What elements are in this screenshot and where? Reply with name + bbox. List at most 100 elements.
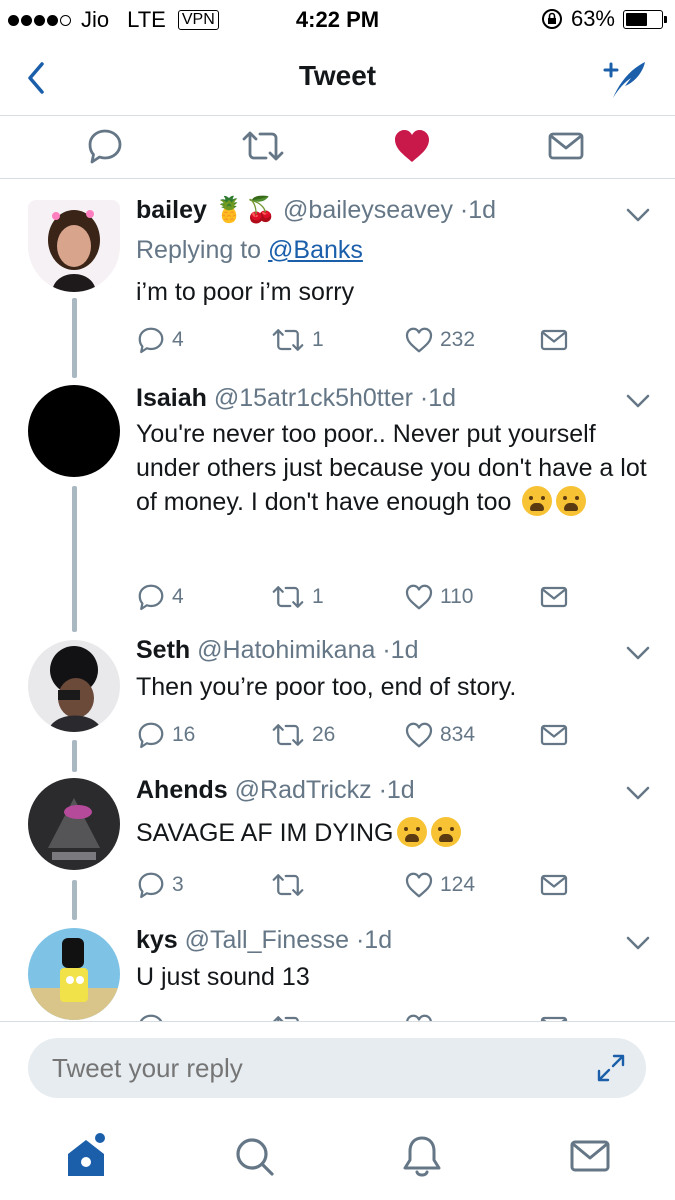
retweet-count-button[interactable] (270, 870, 312, 900)
reply-count-button[interactable]: 16 (136, 720, 195, 750)
name-emoji: 🍍🍒 (213, 196, 277, 224)
direct-message-button[interactable] (538, 870, 570, 900)
like-count-button[interactable]: 110 (404, 582, 473, 612)
reply-icon[interactable] (85, 126, 125, 166)
retweet-icon (272, 874, 304, 896)
reply-item[interactable]: bailey 🍍🍒 @baileyseavey ·1d Replying to … (0, 180, 675, 370)
reply-count: 3 (172, 873, 184, 896)
like-count: 110 (440, 585, 474, 608)
chevron-down-icon[interactable] (625, 392, 651, 410)
retweet-count-button[interactable]: 26 (270, 720, 335, 750)
avatar[interactable] (28, 200, 120, 292)
retweet-count-button[interactable]: 1 (270, 582, 324, 612)
avatar[interactable] (28, 640, 120, 732)
reply-count-button[interactable] (136, 1012, 166, 1021)
compose-tweet-icon[interactable] (599, 54, 649, 100)
like-count-button[interactable]: 232 (404, 325, 475, 355)
reply-actions: 3 124 (136, 870, 656, 902)
retweet-count: 1 (312, 328, 324, 351)
user-handle[interactable]: @RadTrickz (235, 776, 372, 804)
chevron-down-icon[interactable] (625, 784, 651, 802)
reply-count-button[interactable]: 4 (136, 582, 184, 612)
reply-item[interactable]: Seth @Hatohimikana ·1d Then you’re poor … (0, 632, 675, 772)
retweet-icon (272, 724, 304, 746)
reply-input[interactable] (28, 1038, 646, 1098)
direct-message-button[interactable] (538, 325, 570, 355)
crying-emoji-icon (397, 817, 428, 847)
rotation-lock-icon (541, 9, 562, 29)
direct-message-icon[interactable] (546, 126, 586, 166)
replying-to-prefix: Replying to (136, 236, 269, 264)
reply-item[interactable]: Isaiah @15atr1ck5h0tter ·1d You're never… (0, 370, 675, 632)
status-bar: Jio LTE VPN 4:22 PM 63% (0, 0, 675, 38)
reply-composer (0, 1021, 675, 1116)
battery-icon (623, 9, 667, 29)
retweet-count-button[interactable]: 1 (270, 325, 324, 355)
notifications-bell-icon[interactable] (398, 1132, 446, 1180)
separator-dot: · (382, 636, 391, 664)
reply-actions: 4 1 110 (136, 582, 656, 614)
avatar[interactable] (28, 778, 120, 870)
user-handle[interactable]: @Hatohimikana (197, 636, 375, 664)
reply-text: U just sound 13 (136, 963, 310, 991)
reply-count: 16 (172, 723, 196, 746)
user-handle[interactable]: @baileyseavey (283, 196, 453, 224)
reply-header: bailey 🍍🍒 @baileyseavey ·1d (136, 196, 496, 225)
user-display-name[interactable]: Ahends (136, 776, 228, 804)
reply-icon (138, 872, 164, 899)
heart-icon (405, 584, 433, 610)
chevron-down-icon[interactable] (625, 206, 651, 224)
chevron-down-icon[interactable] (625, 644, 651, 662)
direct-message-button[interactable] (538, 582, 570, 612)
chevron-down-icon[interactable] (625, 934, 651, 952)
like-count-button[interactable]: 124 (404, 870, 475, 900)
replying-to-link[interactable]: @Banks (268, 236, 363, 264)
reply-actions: 4 1 232 (136, 325, 656, 357)
reply-count-button[interactable]: 4 (136, 325, 184, 355)
page-title: Tweet (298, 60, 377, 91)
reply-text: i’m to poor i’m sorry (136, 278, 355, 306)
retweet-icon (272, 1016, 299, 1021)
reply-count-button[interactable]: 3 (136, 870, 184, 900)
user-display-name[interactable]: Isaiah (136, 384, 207, 412)
retweet-icon (272, 329, 304, 351)
home-icon[interactable] (62, 1132, 110, 1180)
avatar-image (28, 200, 120, 292)
user-handle[interactable]: @Tall_Finesse (185, 926, 349, 954)
separator-dot: · (459, 196, 469, 224)
retweet-count: 1 (312, 585, 324, 608)
reply-time: 1d (390, 636, 419, 664)
user-display-name[interactable]: kys (136, 926, 178, 954)
expand-icon[interactable] (595, 1052, 627, 1084)
user-handle[interactable]: @15atr1ck5h0tter (214, 384, 413, 412)
like-count-button[interactable]: 834 (404, 720, 475, 750)
retweet-count: 26 (312, 723, 336, 746)
reply-item[interactable]: kys @Tall_Finesse ·1d U just sound 13 (0, 920, 675, 1021)
like-count: 232 (440, 328, 476, 351)
like-count-button[interactable] (404, 1012, 434, 1021)
user-display-name[interactable]: Seth (136, 636, 190, 664)
battery-percent: 63% (570, 6, 615, 31)
retweet-count-button[interactable] (270, 1012, 306, 1021)
reply-icon (138, 584, 164, 611)
direct-message-button[interactable] (538, 1012, 570, 1021)
reply-header: Seth @Hatohimikana ·1d (136, 636, 418, 665)
reply-text: You're never too poor.. Never put yourse… (136, 417, 656, 527)
reply-count: 4 (172, 585, 184, 608)
user-display-name[interactable]: bailey (136, 196, 207, 224)
retweet-icon[interactable] (240, 126, 286, 166)
reply-icon (138, 722, 164, 749)
nav-bar: Tweet (0, 38, 675, 116)
separator-dot: · (378, 776, 387, 804)
heart-icon (405, 872, 433, 898)
avatar[interactable] (28, 928, 120, 1020)
search-icon[interactable] (230, 1132, 278, 1180)
crying-emoji-icon (556, 486, 587, 516)
reply-time: 1d (364, 926, 393, 954)
reply-item[interactable]: Ahends @RadTrickz ·1d SAVAGE AF IM DYING… (0, 772, 675, 920)
messages-icon[interactable] (566, 1132, 614, 1180)
avatar[interactable] (28, 385, 120, 477)
direct-message-button[interactable] (538, 720, 570, 750)
battery-fill (626, 12, 648, 26)
heart-filled-icon[interactable] (392, 126, 432, 166)
